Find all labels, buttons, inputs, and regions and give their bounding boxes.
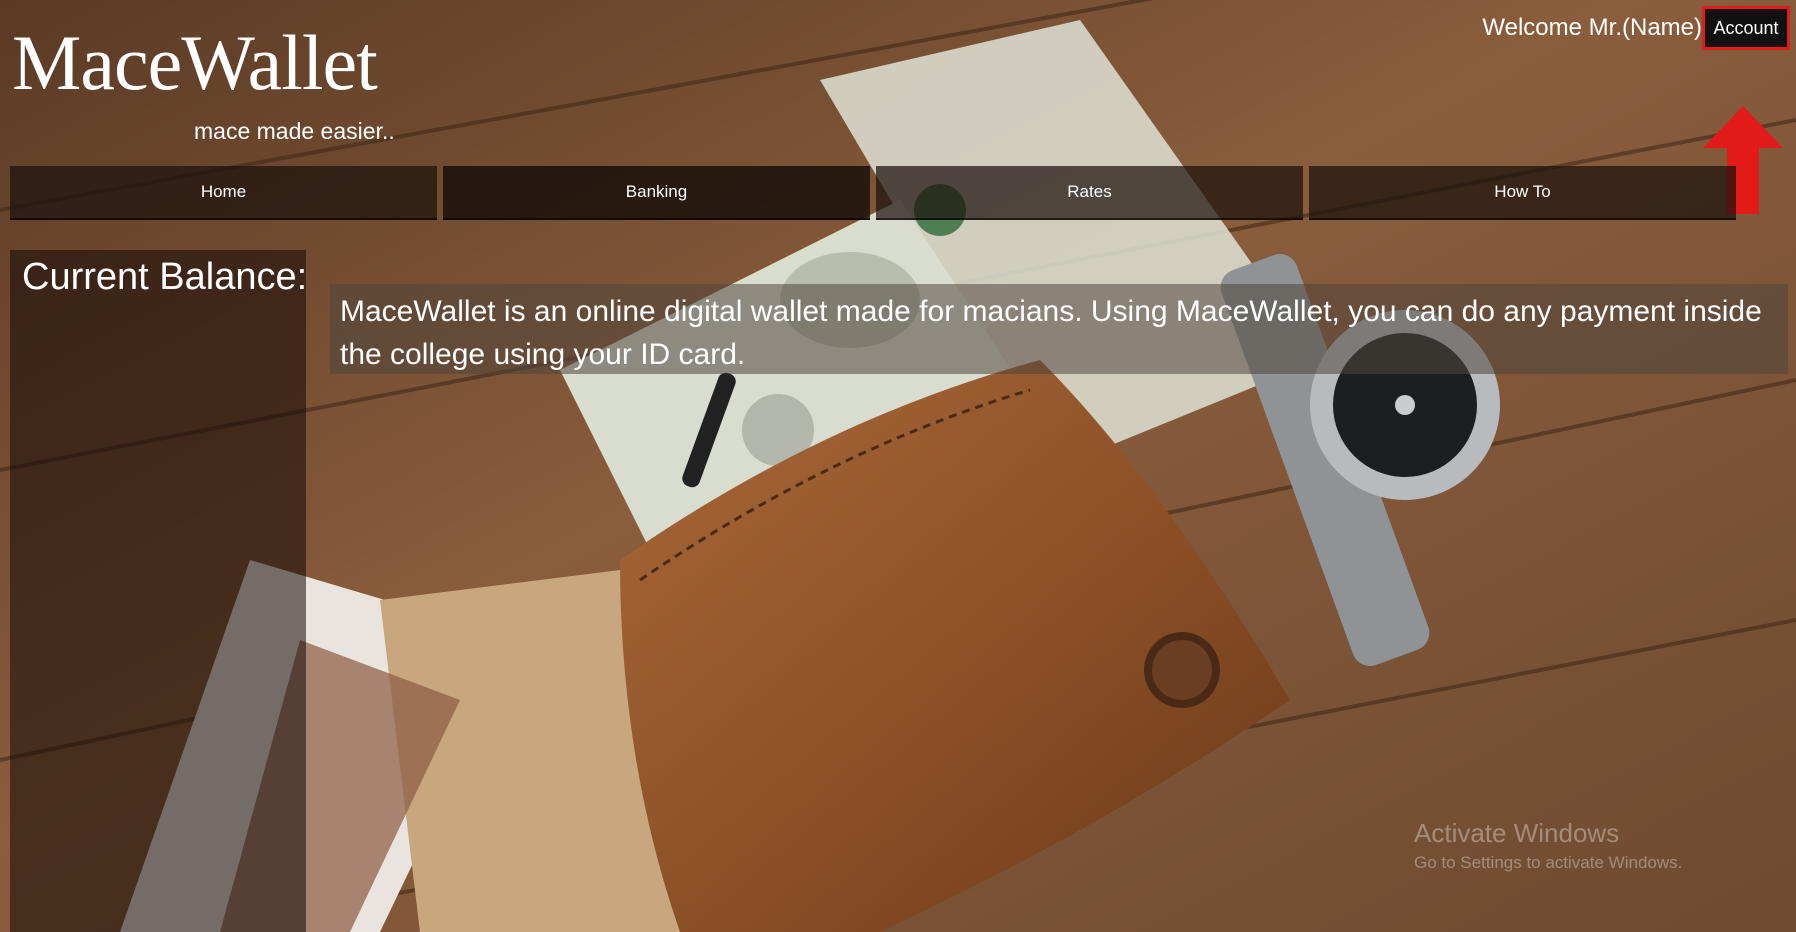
brand-tagline: mace made easier.. [194, 118, 395, 144]
brand-logo: MaceWallet [12, 19, 378, 106]
balance-title: Current Balance: [22, 256, 308, 298]
nav-home[interactable]: Home [10, 166, 437, 220]
nav-how-to[interactable]: How To [1309, 166, 1736, 220]
windows-activation-watermark: Activate Windows Go to Settings to activ… [1414, 818, 1682, 873]
welcome-message: Welcome Mr.(Name) [1482, 14, 1702, 41]
main-navigation: Home Banking Rates How To [10, 166, 1736, 220]
account-button[interactable]: Account [1702, 6, 1790, 50]
intro-text: MaceWallet is an online digital wallet m… [330, 284, 1788, 374]
nav-banking[interactable]: Banking [443, 166, 870, 220]
watermark-title: Activate Windows [1414, 818, 1620, 848]
balance-panel: Current Balance: [10, 250, 308, 932]
nav-rates[interactable]: Rates [876, 166, 1303, 220]
watermark-subtitle: Go to Settings to activate Windows. [1414, 853, 1683, 872]
